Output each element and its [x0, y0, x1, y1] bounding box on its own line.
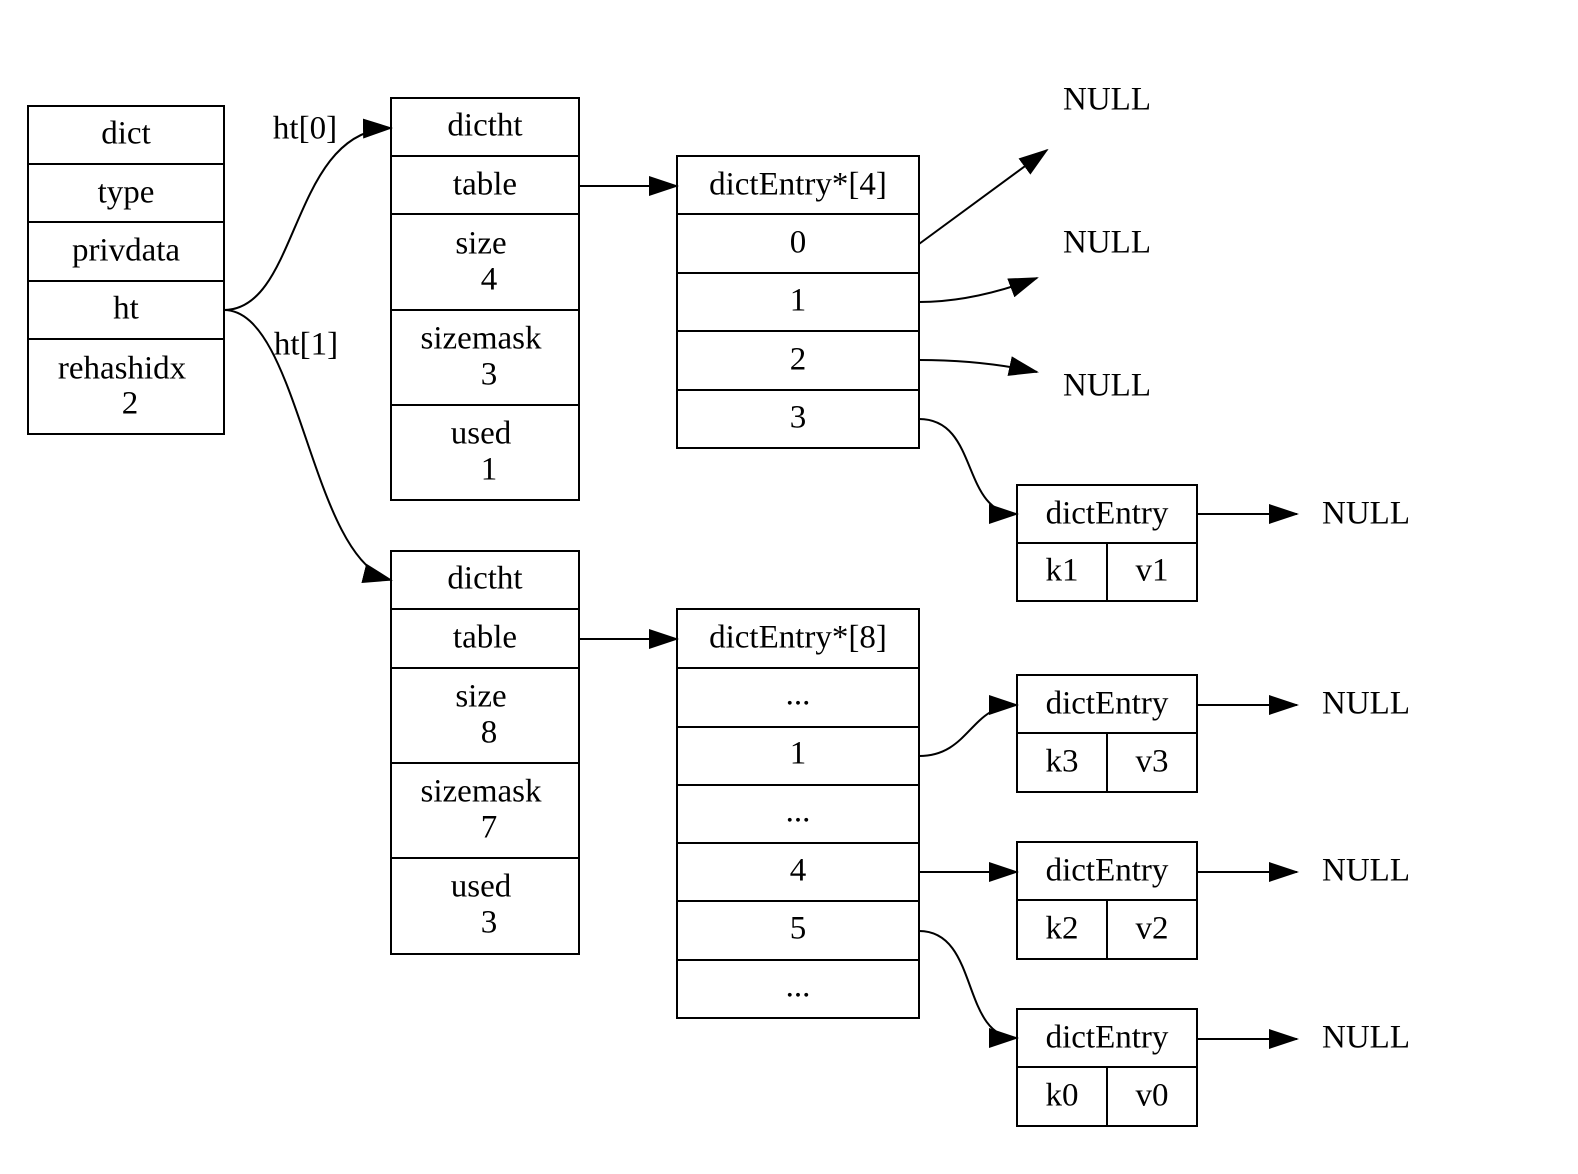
dictht-sizemask-label: sizemask — [421, 774, 542, 810]
dictht-size-label: size — [455, 679, 506, 715]
dictht-sizemask-label: sizemask — [421, 321, 542, 357]
dictentry-array-8: dictEntry*[8] ... 1 ... 4 5 ... — [676, 608, 920, 1019]
entry-key: k0 — [1046, 1078, 1079, 1114]
dictentry-k1: dictEntry k1 v1 — [1016, 484, 1198, 602]
entry-key: k2 — [1046, 911, 1079, 947]
entry-title: dictEntry — [1046, 1020, 1169, 1056]
array-slot: 5 — [790, 911, 807, 947]
edge-slot1-entry — [918, 695, 1019, 757]
dictht-size-value: 8 — [481, 715, 498, 751]
entry-title: dictEntry — [1046, 496, 1169, 532]
array-slot: ... — [786, 969, 811, 1005]
edge-slot5-entry — [918, 930, 1019, 1048]
dictht-1-node: dictht table size 8 sizemask 7 used 3 — [390, 550, 580, 955]
dict-rehash-diagram: dict type privdata ht rehashidx 2 dictht… — [27, 82, 1410, 1127]
dictentry-k3: dictEntry k3 v3 — [1016, 674, 1198, 793]
array-title: dictEntry*[4] — [709, 167, 887, 203]
dictht-0-node: dictht table size 4 sizemask 3 used 1 — [390, 97, 580, 501]
array-slot: 1 — [790, 283, 807, 319]
array-slot: 3 — [790, 400, 807, 436]
null-label: NULL — [1322, 496, 1410, 532]
edge-ht0 — [223, 118, 393, 311]
dictentry-k2: dictEntry k2 v2 — [1016, 841, 1198, 960]
edge-slot2-null — [918, 356, 1039, 376]
dict-field-ht: ht — [113, 291, 139, 327]
dict-title: dict — [101, 116, 150, 152]
dictentry-k0: dictEntry k0 v0 — [1016, 1008, 1198, 1127]
dictht-table: table — [453, 167, 517, 203]
dictht-sizemask-value: 3 — [481, 357, 498, 393]
array-slot: 1 — [790, 736, 807, 772]
null-label: NULL — [1063, 82, 1151, 118]
array-slot: 0 — [790, 225, 807, 261]
entry-value: v3 — [1136, 744, 1169, 780]
entry-title: dictEntry — [1046, 853, 1169, 889]
dictht-sizemask-value: 7 — [481, 810, 498, 846]
dictht-size-value: 4 — [481, 262, 498, 298]
dictht-title: dictht — [447, 561, 522, 597]
entry-key: k3 — [1046, 744, 1079, 780]
null-label: NULL — [1322, 853, 1410, 889]
dict-field-privdata: privdata — [72, 233, 180, 269]
dictentry-array-4: dictEntry*[4] 0 1 2 3 — [676, 155, 920, 449]
dictht-used-label: used — [451, 869, 512, 905]
edge-slot1-null — [918, 277, 1039, 303]
dict-node: dict type privdata ht rehashidx 2 — [27, 105, 225, 435]
dict-rehashidx-value: 2 — [122, 386, 139, 422]
entry-value: v2 — [1136, 911, 1169, 947]
dictht-used-value: 3 — [481, 905, 498, 941]
null-label: NULL — [1322, 686, 1410, 722]
entry-value: v1 — [1136, 553, 1169, 589]
null-label: NULL — [1322, 1020, 1410, 1056]
edge-label-ht1: ht[1] — [274, 327, 338, 363]
dict-field-rehashidx: rehashidx — [58, 351, 187, 387]
dictht-table: table — [453, 620, 517, 656]
dictht-used-label: used — [451, 416, 512, 452]
null-label: NULL — [1063, 368, 1151, 404]
array-slot: 4 — [790, 853, 807, 889]
array-title: dictEntry*[8] — [709, 620, 887, 656]
edge-slot0-null — [918, 148, 1049, 245]
dict-field-type: type — [98, 175, 155, 211]
array-slot: ... — [786, 677, 811, 713]
dictht-title: dictht — [447, 108, 522, 144]
array-slot: ... — [786, 794, 811, 830]
entry-key: k1 — [1046, 553, 1079, 589]
entry-value: v0 — [1136, 1078, 1169, 1114]
dictht-size-label: size — [455, 226, 506, 262]
entry-title: dictEntry — [1046, 686, 1169, 722]
edge-label-ht0: ht[0] — [273, 111, 337, 147]
dictht-used-value: 1 — [481, 452, 498, 488]
array-slot: 2 — [790, 342, 807, 378]
edge-slot3-entry — [918, 418, 1019, 524]
null-label: NULL — [1063, 225, 1151, 261]
